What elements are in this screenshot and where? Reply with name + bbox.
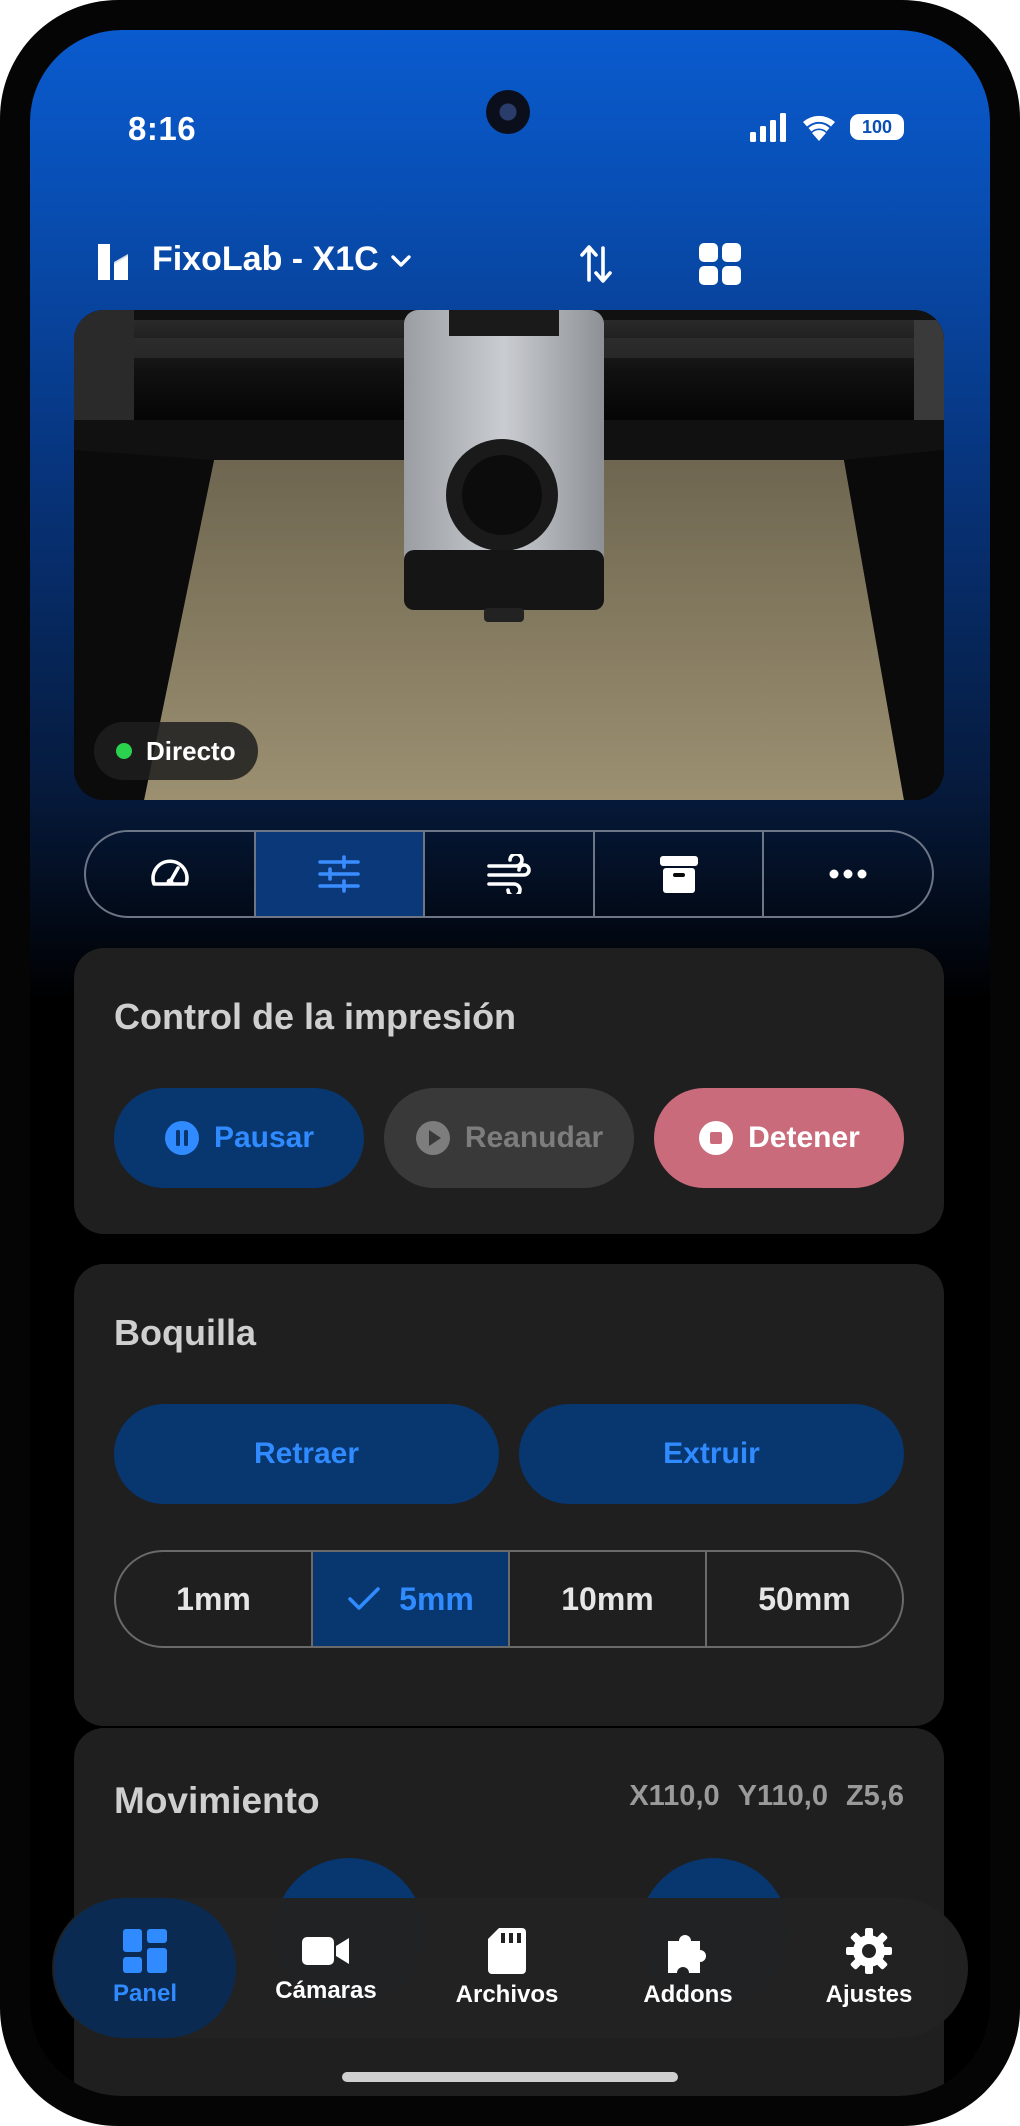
nav-label: Archivos xyxy=(455,1981,559,2008)
stop-label: Detener xyxy=(748,1121,860,1154)
movement-title: Movimiento xyxy=(114,1780,320,1821)
layout-grid-button[interactable] xyxy=(690,234,750,294)
archive-box-icon xyxy=(659,856,698,893)
signal-icon xyxy=(750,113,786,142)
distance-label: 5mm xyxy=(399,1580,474,1617)
front-camera xyxy=(486,90,530,134)
nav-cameras[interactable]: Cámaras xyxy=(235,1898,417,2038)
distance-selector: 1mm 5mm 10mm 50mm xyxy=(114,1550,904,1648)
retract-label: Retraer xyxy=(253,1437,360,1470)
transfer-button[interactable] xyxy=(566,234,626,294)
app-bar: FixoLab - X1C xyxy=(30,220,990,304)
control-tabs xyxy=(84,830,934,918)
tab-controls[interactable] xyxy=(255,832,426,916)
status-icons: 100 xyxy=(748,112,904,142)
wifi-icon xyxy=(803,115,835,141)
status-bar: 8:16 100 xyxy=(30,30,990,170)
tab-filament[interactable] xyxy=(595,832,765,916)
resume-label: Reanudar xyxy=(464,1121,604,1154)
distance-label: 10mm xyxy=(561,1580,654,1617)
chevron-down-icon[interactable] xyxy=(388,248,414,274)
nav-label: Addons xyxy=(643,1981,733,2008)
pause-button[interactable]: Pausar xyxy=(114,1088,364,1188)
nozzle-title: Boquilla xyxy=(114,1312,256,1353)
printer-logo-icon xyxy=(98,244,128,280)
distance-label: 1mm xyxy=(176,1580,251,1617)
distance-option-1mm[interactable]: 1mm xyxy=(116,1552,313,1646)
stop-icon xyxy=(699,1121,734,1155)
nozzle-card: Boquilla Retraer Extruir 1mm 5mm 10mm 50… xyxy=(74,1264,944,1726)
gear-icon xyxy=(846,1928,892,1974)
battery-indicator: 100 xyxy=(850,114,904,140)
nav-files[interactable]: Archivos xyxy=(416,1898,598,2038)
play-icon xyxy=(415,1121,450,1155)
dashboard-icon xyxy=(123,1929,167,1973)
nav-label: Cámaras xyxy=(275,1977,377,2004)
speedometer-icon xyxy=(151,859,189,886)
live-label: Directo xyxy=(146,735,236,766)
more-horizontal-icon xyxy=(829,869,867,879)
live-dot xyxy=(116,743,132,759)
y-position: Y110,0 xyxy=(737,1780,828,1812)
nav-addons[interactable]: Addons xyxy=(597,1898,779,2038)
pause-label: Pausar xyxy=(213,1121,315,1154)
nav-label: Panel xyxy=(112,1980,178,2007)
z-position: Z5,6 xyxy=(845,1780,904,1812)
phone-frame: 8:16 100 FixoLab - X1C Directo Control d… xyxy=(0,0,1020,2126)
printer-selector[interactable]: FixoLab - X1C xyxy=(152,240,379,279)
extrude-button[interactable]: Extruir xyxy=(519,1404,904,1504)
resume-button[interactable]: Reanudar xyxy=(384,1088,634,1188)
tab-fans[interactable] xyxy=(425,832,595,916)
puzzle-icon xyxy=(668,1935,706,1973)
video-camera-icon xyxy=(302,1937,349,1965)
tab-more[interactable] xyxy=(764,832,932,916)
sliders-icon xyxy=(318,855,361,893)
print-control-card: Control de la impresión Pausar Reanudar xyxy=(74,948,944,1234)
app-screen: 8:16 100 FixoLab - X1C Directo Control d… xyxy=(30,30,990,2096)
sd-card-icon xyxy=(488,1928,526,1974)
nav-label: Ajustes xyxy=(825,1981,913,2008)
tab-status[interactable] xyxy=(86,832,256,916)
status-time: 8:16 xyxy=(128,110,197,147)
print-control-title: Control de la impresión xyxy=(114,996,517,1037)
fan-wind-icon xyxy=(487,854,531,894)
distance-option-50mm[interactable]: 50mm xyxy=(707,1552,902,1646)
home-indicator[interactable] xyxy=(342,2072,678,2082)
live-status-badge: Directo xyxy=(94,722,258,780)
extrude-label: Extruir xyxy=(663,1437,760,1470)
camera-feed[interactable]: Directo xyxy=(74,310,944,800)
stop-button[interactable]: Detener xyxy=(654,1088,904,1188)
checkmark-icon xyxy=(348,1587,380,1610)
nav-settings[interactable]: Ajustes xyxy=(778,1898,960,2038)
grid-icon xyxy=(699,243,741,285)
retract-button[interactable]: Retraer xyxy=(114,1404,499,1504)
x-position: X110,0 xyxy=(629,1780,720,1812)
pause-icon xyxy=(164,1121,199,1155)
distance-option-10mm[interactable]: 10mm xyxy=(510,1552,707,1646)
swap-vertical-icon xyxy=(580,245,612,283)
distance-option-5mm[interactable]: 5mm xyxy=(313,1552,510,1646)
bottom-navigation: Panel Cámaras Archivos Addons Ajustes xyxy=(52,1898,968,2038)
distance-label: 50mm xyxy=(758,1580,851,1617)
nav-panel[interactable]: Panel xyxy=(54,1898,236,2038)
position-readout: X110,0 Y110,0 Z5,6 xyxy=(629,1780,904,1813)
